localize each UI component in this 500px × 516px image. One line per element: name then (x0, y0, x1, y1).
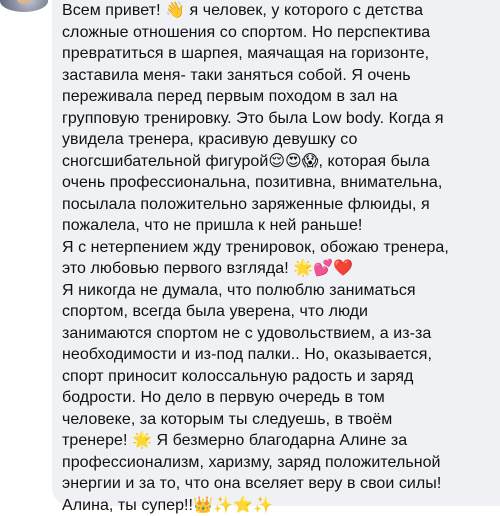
comment-text: Всем привет! 👋 я человек, у которого с д… (62, 0, 498, 516)
comment-line: спорт приносит колоссальную радость и за… (62, 366, 498, 388)
comment-line: бодрости. Но дело в первую очередь в том (62, 387, 498, 409)
comment-line: групповую тренировку. Это была Low body.… (62, 108, 498, 130)
comment-line: энергии и за то, что она вселяет веру в … (62, 473, 498, 495)
comment-line: очень профессиональна, позитивна, внимат… (62, 172, 498, 194)
comment-line: Всем привет! 👋 я человек, у которого с д… (62, 0, 498, 22)
comment-line: необходимости и из-под палки.. Но, оказы… (62, 344, 498, 366)
comment-line: превратиться в шарпея, маячащая на гориз… (62, 43, 498, 65)
avatar[interactable] (0, 0, 48, 12)
comment-line: занимаются спортом не с удовольствием, а… (62, 323, 498, 345)
comment-line: Я никогда не думала, что полюблю занимат… (62, 280, 498, 302)
comment-line: это любовью первого взгляда! 🌟💕❤️ (62, 258, 498, 280)
comment-line: сложные отношения со спортом. Но перспек… (62, 22, 498, 44)
comment-line: заставила меня- таки заняться собой. Я о… (62, 65, 498, 87)
comment-line: Я с нетерпением жду тренировок, обожаю т… (62, 237, 498, 259)
comment-line: тренере! 🌟 Я безмерно благодарна Алине з… (62, 430, 498, 452)
comment-line: увидела тренера, красивую девушку со (62, 129, 498, 151)
comment-item: Всем привет! 👋 я человек, у которого с д… (0, 0, 500, 499)
comment-line: переживала перед первым походом в зал на (62, 86, 498, 108)
comment-line: Алина, ты супер!!👑✨⭐✨ (62, 495, 498, 516)
comment-line: посылала положительно заряженные флюиды,… (62, 194, 498, 216)
comment-line: профессионализм, харизму, заряд положите… (62, 452, 498, 474)
comment-line: человеке, за которым ты следуешь, в твоё… (62, 409, 498, 431)
comment-line: спортом, всегда была уверена, что люди (62, 301, 498, 323)
comment-line: пожалела, что не пришла к ней раньше! (62, 215, 498, 237)
comment-line: сногсшибательной фигурой😌😍😱, которая был… (62, 151, 498, 173)
